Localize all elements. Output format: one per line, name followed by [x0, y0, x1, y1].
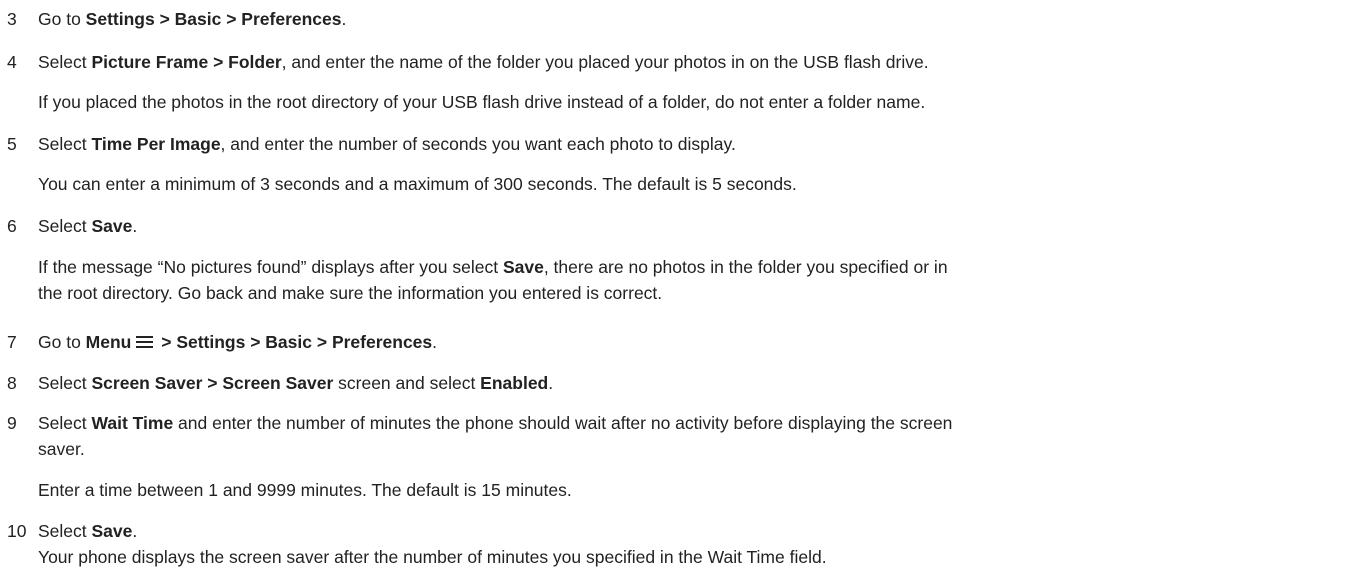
step-10-note: Your phone displays the screen saver aft… [38, 547, 827, 567]
step-4-note: If you placed the photos in the root dir… [38, 92, 926, 112]
menu-icon [136, 335, 154, 349]
step-9-note: Enter a time between 1 and 9999 minutes.… [38, 480, 572, 500]
step-number: 10 [7, 521, 27, 541]
step-8-text: Select Screen Saver > Screen Saver scree… [38, 373, 554, 393]
step-6-note: If the message “No pictures found” displ… [38, 257, 948, 277]
step-9-text: Select Wait Time and enter the number of… [38, 413, 953, 433]
step-number: 7 [7, 332, 17, 352]
step-3-text: Go to Settings > Basic > Preferences. [38, 9, 347, 29]
step-10-text: Select Save. [38, 521, 138, 541]
step-4-text: Select Picture Frame > Folder, and enter… [38, 52, 929, 72]
step-6-text: Select Save. [38, 216, 138, 236]
step-number: 5 [7, 134, 17, 154]
document-page: 3 Go to Settings > Basic > Preferences. … [0, 0, 1345, 578]
step-9-text-line2: saver. [38, 439, 85, 459]
step-number: 9 [7, 413, 17, 433]
step-number: 4 [7, 52, 17, 72]
step-7-text: Go to Menu > Settings > Basic > Preferen… [38, 332, 438, 352]
step-5-text: Select Time Per Image, and enter the num… [38, 134, 736, 154]
step-number: 3 [7, 9, 17, 29]
step-6-note-line2: the root directory. Go back and make sur… [38, 283, 663, 303]
step-number: 8 [7, 373, 17, 393]
step-5-note: You can enter a minimum of 3 seconds and… [38, 174, 797, 194]
step-number: 6 [7, 216, 17, 236]
